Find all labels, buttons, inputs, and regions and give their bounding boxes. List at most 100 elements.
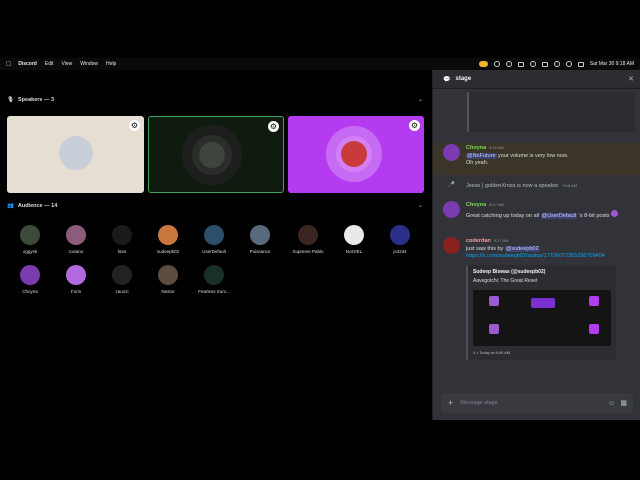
speaker-avatar: [199, 142, 225, 168]
avatar[interactable]: [20, 225, 40, 245]
audience-member[interactable]: Forin: [56, 265, 96, 294]
menu-app-name[interactable]: Discord: [18, 61, 37, 67]
display-icon[interactable]: [517, 61, 524, 67]
avatar[interactable]: [20, 265, 40, 285]
audience-name: Forin: [70, 289, 82, 294]
avatar[interactable]: [443, 144, 460, 161]
audience-icon: 👥: [7, 203, 14, 209]
speaker-avatar: [59, 136, 93, 170]
audience-member[interactable]: Nestor: [148, 265, 188, 294]
emoji-icon: [611, 209, 618, 217]
avatar[interactable]: [443, 201, 460, 218]
audience-name: roxiano: [68, 249, 84, 254]
message-text: your volume is very low now.: [498, 152, 569, 159]
embed-title[interactable]: Aavegotchi: The Great Reset: [473, 278, 611, 286]
embed-graphic: [589, 323, 599, 334]
stage-pane: 🎙 Speakers — 3 ⌄ ⚙ ⚙ ⚙ 👥 Audience — 14 ⌄…: [0, 70, 432, 420]
username[interactable]: Choyna: [466, 145, 486, 151]
menu-window[interactable]: Window: [80, 61, 98, 67]
mention[interactable]: @sudeepb02: [504, 245, 540, 252]
audience-name: UserDefault: [202, 249, 226, 254]
mention[interactable]: @UserDefault: [540, 212, 578, 219]
message-input[interactable]: + Message stage ☺ ▦: [441, 393, 633, 413]
timestamp: 9:17 AM: [489, 202, 504, 207]
close-icon[interactable]: ✕: [628, 75, 634, 83]
audience-name: Fearless Sum...: [198, 289, 230, 294]
avatar[interactable]: [66, 265, 86, 285]
avatar[interactable]: [298, 225, 318, 245]
menu-bar:  Discord Edit View Window Help Sat Mar …: [0, 58, 640, 70]
speaker-tile[interactable]: ⚙: [148, 116, 284, 193]
message-body: Jesse | goldenXross is now a speaker. 9:1…: [466, 182, 635, 191]
avatar[interactable]: [250, 225, 270, 245]
audience-member[interactable]: Choyna: [10, 265, 50, 294]
audience-member[interactable]: fase: [102, 225, 142, 254]
gear-icon[interactable]: ⚙: [268, 121, 279, 132]
username[interactable]: coderdan: [466, 238, 491, 244]
wifi-icon[interactable]: [553, 61, 560, 67]
control-center-icon[interactable]: [577, 61, 584, 67]
status-pill-icon[interactable]: [478, 61, 488, 67]
gear-icon[interactable]: ⚙: [409, 120, 420, 131]
menu-help[interactable]: Help: [106, 61, 116, 67]
mention[interactable]: @NoFuture: [466, 152, 497, 159]
audience-name: Supreme Pablo: [292, 249, 324, 254]
avatar[interactable]: [344, 225, 364, 245]
audience-member[interactable]: js3234: [380, 225, 420, 254]
add-attachment-icon[interactable]: +: [448, 398, 453, 408]
audience-member[interactable]: Puissance: [240, 225, 280, 254]
audience-member[interactable]: sudeepb02: [148, 225, 188, 254]
message-link[interactable]: https://x.com/sudeepb02/status/177060722…: [466, 253, 605, 259]
previous-embed: [467, 92, 635, 132]
microphone-icon: 🎙: [7, 97, 14, 103]
audience-member[interactable]: NADIEL: [334, 225, 374, 254]
avatar[interactable]: [158, 225, 178, 245]
input-placeholder[interactable]: Message stage: [460, 400, 497, 406]
embed-logo: [531, 297, 555, 308]
audience-member[interactable]: oggysk: [10, 225, 50, 254]
audience-member[interactable]: roxiano: [56, 225, 96, 254]
audience-member[interactable]: Supreme Pablo: [288, 225, 328, 254]
audience-member[interactable]: zaunzi: [102, 265, 142, 294]
avatar[interactable]: [390, 225, 410, 245]
username[interactable]: Choyna: [466, 202, 486, 208]
avatar[interactable]: [204, 225, 224, 245]
chevron-down-icon[interactable]: ⌄: [418, 96, 423, 103]
speakers-header: 🎙 Speakers — 3: [7, 97, 55, 103]
chat-bubble-icon: 💬: [443, 76, 451, 83]
menu-view[interactable]: View: [62, 61, 73, 67]
avatar[interactable]: [112, 265, 132, 285]
audience-member[interactable]: Fearless Sum...: [194, 265, 234, 294]
chevron-down-icon[interactable]: ⌄: [418, 202, 423, 209]
link-embed: Sudeep Biswas (@sudeepb02) Aavegotchi: T…: [466, 264, 616, 360]
embed-author[interactable]: Sudeep Biswas (@sudeepb02): [473, 269, 611, 277]
embed-image[interactable]: [473, 289, 611, 346]
status-icon[interactable]: [505, 61, 512, 67]
avatar[interactable]: [112, 225, 132, 245]
timestamp: 9:17 AM: [493, 238, 509, 243]
emoji-picker-icon[interactable]: ☺: [608, 400, 615, 407]
speaker-avatar: [341, 141, 367, 167]
avatar[interactable]: [66, 225, 86, 245]
speaker-tile[interactable]: ⚙: [7, 116, 144, 193]
apple-icon[interactable]: : [6, 61, 11, 68]
gear-icon[interactable]: ⚙: [129, 120, 140, 131]
speaker-icon: 🎤: [448, 182, 455, 188]
battery-icon[interactable]: [541, 61, 548, 67]
system-text: Jesse | goldenXross is now a speaker.: [466, 183, 560, 189]
status-icon[interactable]: [493, 61, 500, 67]
audience-member[interactable]: UserDefault: [194, 225, 234, 254]
message-text: Oh yeah.: [466, 160, 489, 166]
embed-graphic: [589, 295, 599, 306]
avatar[interactable]: [204, 265, 224, 285]
status-icon[interactable]: [529, 61, 536, 67]
apps-icon[interactable]: ▦: [620, 399, 627, 407]
audience-header: 👥 Audience — 14: [7, 203, 58, 209]
menu-edit[interactable]: Edit: [45, 61, 54, 67]
menubar-clock[interactable]: Sat Mar 30 9:18 AM: [590, 61, 634, 67]
avatar[interactable]: [443, 237, 460, 254]
speaker-tile[interactable]: ⚙: [288, 116, 424, 193]
search-icon[interactable]: [565, 61, 572, 67]
embed-graphic: [489, 295, 499, 306]
avatar[interactable]: [158, 265, 178, 285]
